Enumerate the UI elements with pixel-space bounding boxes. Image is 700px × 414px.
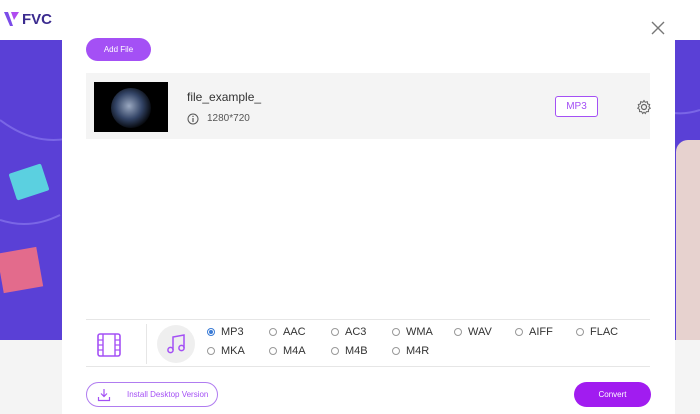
audio-format-tab[interactable] xyxy=(157,325,195,363)
video-thumbnail[interactable] xyxy=(94,82,168,132)
install-label: Install Desktop Version xyxy=(127,390,209,399)
logo-text: FVC xyxy=(22,10,52,28)
download-icon xyxy=(97,388,111,401)
install-desktop-button[interactable]: Install Desktop Version xyxy=(86,382,218,407)
radio-button[interactable] xyxy=(392,328,400,336)
file-name: file_example_ xyxy=(187,90,262,104)
format-option-aiff[interactable]: AIFF xyxy=(515,326,553,338)
radio-button[interactable] xyxy=(207,347,215,355)
format-option-mka[interactable]: MKA xyxy=(207,345,245,357)
add-file-button[interactable]: Add File xyxy=(86,38,151,61)
radio-button[interactable] xyxy=(576,328,584,336)
radio-button[interactable] xyxy=(392,347,400,355)
convert-dialog: Add File file_example_ 1280*720 MP3 MP3 … xyxy=(62,13,675,414)
radio-button[interactable] xyxy=(454,328,462,336)
format-option-wav[interactable]: WAV xyxy=(454,326,492,338)
radio-button[interactable] xyxy=(331,347,339,355)
site-logo[interactable]: FVC xyxy=(4,10,52,28)
hero-person-illustration xyxy=(676,140,700,340)
music-note-icon xyxy=(167,334,185,354)
format-option-m4r[interactable]: M4R xyxy=(392,345,429,357)
radio-button[interactable] xyxy=(269,347,277,355)
format-option-wma[interactable]: WMA xyxy=(392,326,433,338)
radio-button[interactable] xyxy=(515,328,523,336)
format-option-ac3[interactable]: AC3 xyxy=(331,326,366,338)
format-option-mp3[interactable]: MP3 xyxy=(207,326,244,338)
format-option-m4a[interactable]: M4A xyxy=(269,345,306,357)
format-option-m4b[interactable]: M4B xyxy=(331,345,368,357)
close-icon[interactable] xyxy=(649,19,667,37)
file-list-item: file_example_ 1280*720 MP3 xyxy=(86,73,652,139)
radio-button[interactable] xyxy=(269,328,277,336)
floating-file-card xyxy=(0,246,44,294)
convert-button[interactable]: Convert xyxy=(574,382,651,407)
video-format-tab-icon[interactable] xyxy=(96,332,122,358)
logo-mark-icon xyxy=(4,12,19,26)
radio-button[interactable] xyxy=(207,328,215,336)
file-resolution: 1280*720 xyxy=(207,113,250,124)
radio-button[interactable] xyxy=(331,328,339,336)
format-option-aac[interactable]: AAC xyxy=(269,326,306,338)
format-selector: MP3 AAC AC3 WMA WAV AIFF FLAC MKA M4A M4… xyxy=(86,319,650,367)
format-option-flac[interactable]: FLAC xyxy=(576,326,618,338)
gear-icon[interactable] xyxy=(636,99,652,115)
tab-divider xyxy=(146,324,147,364)
earth-thumbnail-icon xyxy=(111,88,151,128)
output-format-button[interactable]: MP3 xyxy=(555,96,598,117)
info-icon[interactable] xyxy=(187,113,199,125)
